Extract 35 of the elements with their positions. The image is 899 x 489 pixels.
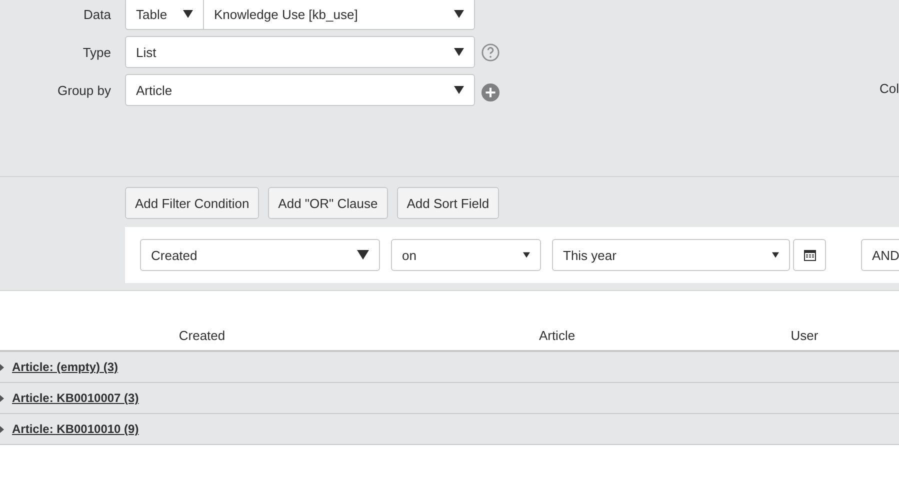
help-icon[interactable] — [481, 42, 500, 62]
filter-button[interactable]: Add Sort Field — [396, 187, 500, 219]
field-label: Group by — [56, 82, 112, 98]
caret-icon — [357, 250, 369, 260]
filter-button[interactable]: Add Filter Condition — [125, 187, 260, 219]
group-by-select[interactable]: Article — [125, 74, 475, 106]
group-link[interactable]: Article: KB0010007 (3) — [12, 391, 139, 405]
group-link[interactable]: Article: KB0010010 (9) — [12, 422, 139, 436]
calendar-button[interactable] — [793, 239, 826, 271]
source-type-select[interactable]: Table — [125, 0, 204, 30]
caret-icon — [772, 252, 779, 258]
calendar-icon — [804, 249, 816, 261]
caret-icon — [454, 86, 464, 94]
knowledge-source-select[interactable]: Knowledge Use [kb_use] — [204, 0, 475, 30]
add-icon[interactable] — [481, 82, 500, 102]
field-label: Type — [82, 44, 112, 60]
caret-icon — [454, 48, 464, 56]
column-header[interactable]: Article — [538, 328, 576, 342]
caret-icon — [454, 10, 464, 18]
column-header[interactable]: User — [790, 328, 818, 342]
caret-icon — [183, 10, 193, 18]
group-link[interactable]: Article: (empty) (3) — [12, 360, 118, 374]
value-select[interactable]: This year — [552, 239, 790, 271]
type-select[interactable]: List — [125, 36, 475, 68]
filter-button[interactable]: Add "OR" Clause — [268, 187, 388, 219]
collapse-caret-icon[interactable] — [0, 364, 5, 370]
field-select[interactable]: Created — [140, 239, 380, 271]
field-label: Data — [82, 6, 112, 22]
collapse-caret-icon[interactable] — [0, 426, 5, 432]
conjunction-select[interactable]: AND — [861, 239, 899, 271]
field-label: Col — [879, 80, 899, 96]
column-header[interactable]: Created — [178, 328, 226, 342]
collapse-caret-icon[interactable] — [0, 394, 5, 402]
operator-select[interactable]: on — [391, 239, 541, 271]
caret-icon — [523, 252, 530, 258]
